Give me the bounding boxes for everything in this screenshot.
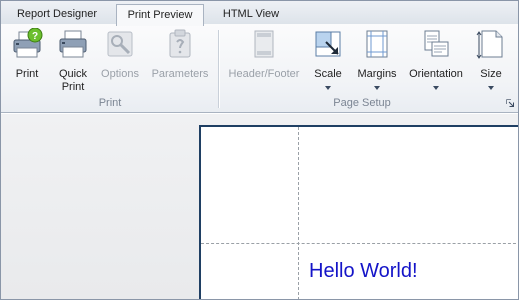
quick-print-button[interactable]: Quick Print	[51, 28, 95, 96]
report-content-text: Hello World!	[309, 260, 418, 282]
size-label: Size	[480, 68, 502, 80]
quick-print-label: Quick Print	[58, 68, 88, 93]
orientation-icon	[424, 30, 449, 57]
window: Report Designer Print Preview HTML View …	[0, 0, 519, 300]
clipboard-icon	[169, 29, 191, 58]
page-size-icon	[476, 30, 503, 59]
dialog-launcher-icon[interactable]	[506, 99, 514, 107]
parameters-button[interactable]: Parameters	[147, 28, 213, 96]
svg-text:?: ?	[32, 31, 38, 42]
scale-label: Scale	[314, 68, 342, 80]
scale-button[interactable]: Scale	[307, 28, 349, 96]
options-icon	[107, 31, 133, 57]
size-dropdown-icon	[488, 86, 494, 90]
tab-report-designer[interactable]: Report Designer	[3, 4, 111, 25]
print-group-label: Print	[98, 97, 122, 109]
header-footer-button[interactable]: Header/Footer	[226, 28, 302, 96]
options-button[interactable]: Options	[98, 28, 142, 96]
orientation-dropdown-icon	[433, 86, 439, 90]
ribbon: ? Print Quick Print Options Parameters P…	[1, 24, 518, 113]
margins-label: Margins	[357, 68, 397, 80]
margins-button[interactable]: Margins	[353, 28, 401, 96]
margin-guide-horizontal	[201, 243, 518, 244]
margins-dropdown-icon	[374, 86, 380, 90]
tab-print-preview[interactable]: Print Preview	[116, 4, 204, 26]
header-footer-label: Header/Footer	[228, 68, 300, 80]
header-footer-icon	[254, 30, 274, 58]
printer-icon: ?	[13, 28, 43, 58]
tab-html-view[interactable]: HTML View	[211, 4, 291, 25]
group-separator	[218, 30, 219, 108]
quick-printer-icon	[59, 30, 87, 58]
tab-strip: Report Designer Print Preview HTML View	[1, 1, 518, 26]
size-button[interactable]: Size	[473, 28, 509, 96]
scale-dropdown-icon	[325, 86, 331, 90]
page-setup-group-label: Page Setup	[333, 97, 391, 109]
margins-icon	[366, 30, 388, 58]
print-label: Print	[15, 68, 39, 80]
preview-page: Hello World!	[199, 125, 518, 299]
orientation-label: Orientation	[409, 68, 463, 80]
margin-guide-vertical	[298, 127, 299, 299]
preview-area[interactable]: Hello World!	[1, 114, 518, 299]
orientation-button[interactable]: Orientation	[405, 28, 467, 96]
scale-icon	[315, 31, 341, 57]
parameters-label: Parameters	[151, 68, 209, 80]
print-button[interactable]: ? Print	[5, 28, 49, 96]
options-label: Options	[101, 68, 139, 80]
